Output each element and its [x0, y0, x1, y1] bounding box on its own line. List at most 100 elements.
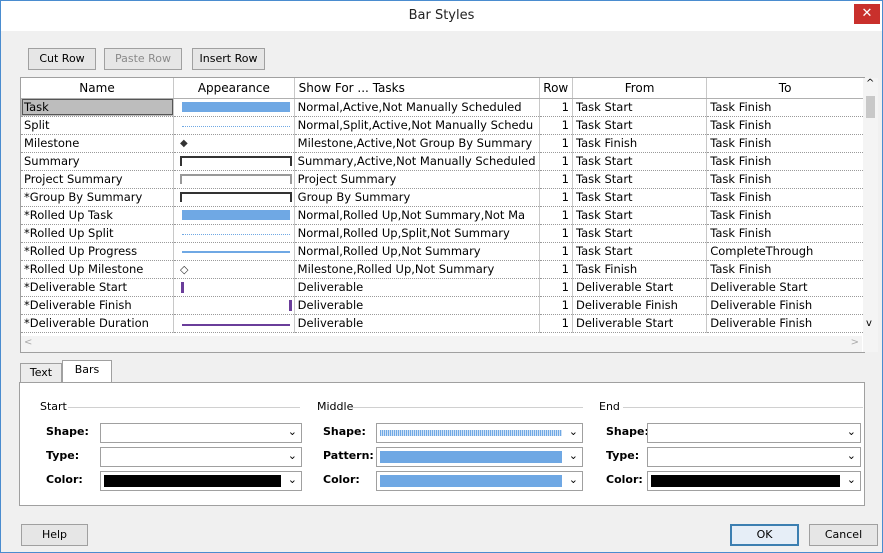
column-header-show-for[interactable]: Show For ... Tasks: [294, 78, 540, 99]
middle-color-select[interactable]: ⌄: [376, 471, 583, 491]
cut-row-button[interactable]: Cut Row: [28, 48, 96, 70]
column-header-name[interactable]: Name: [21, 78, 175, 99]
cell-name[interactable]: Summary: [21, 152, 175, 171]
cell-row[interactable]: 1: [539, 98, 574, 117]
table-row[interactable]: *Deliverable Start Deliverable 1 Deliverabl…: [21, 278, 864, 297]
table-row[interactable]: *Rolled Up Task Normal,Rolled Up,Not Summ…: [21, 206, 864, 225]
table-row[interactable]: Milestone ◆ Milestone,Active,Not Group By …: [21, 134, 864, 153]
cell-to[interactable]: Task Finish: [706, 116, 864, 135]
cell-row[interactable]: 1: [539, 188, 574, 207]
ok-button[interactable]: OK: [730, 524, 799, 546]
cell-from[interactable]: Task Start: [572, 224, 708, 243]
cell-name[interactable]: *Rolled Up Task: [21, 206, 175, 225]
scroll-up-icon[interactable]: ^: [866, 78, 874, 89]
cell-show-for[interactable]: Summary,Active,Not Manually Scheduled: [294, 152, 540, 171]
cell-show-for[interactable]: Normal,Rolled Up,Split,Not Summary: [294, 224, 540, 243]
end-color-select[interactable]: ⌄: [647, 471, 861, 491]
cell-to[interactable]: Task Finish: [706, 134, 864, 153]
cell-to[interactable]: Task Finish: [706, 98, 864, 117]
cell-appearance[interactable]: [173, 206, 295, 225]
cell-name[interactable]: *Deliverable Duration: [21, 314, 175, 333]
table-row[interactable]: Split Normal,Split,Active,Not Manually Sc…: [21, 116, 864, 135]
cell-from[interactable]: Task Start: [572, 152, 708, 171]
cell-appearance[interactable]: [173, 170, 295, 189]
close-button[interactable]: ✕: [854, 4, 880, 24]
cell-appearance[interactable]: [173, 152, 295, 171]
cell-from[interactable]: Deliverable Start: [572, 314, 708, 333]
cell-appearance[interactable]: ◇: [173, 260, 295, 279]
grid-vertical-scrollbar[interactable]: ^ v: [863, 78, 878, 352]
column-header-appearance[interactable]: Appearance: [173, 78, 295, 99]
end-shape-select[interactable]: ⌄: [647, 423, 861, 443]
cell-row[interactable]: 1: [539, 206, 574, 225]
cell-name[interactable]: *Deliverable Finish: [21, 296, 175, 315]
cell-from[interactable]: Task Start: [572, 206, 708, 225]
cell-show-for[interactable]: Deliverable: [294, 278, 540, 297]
cell-appearance[interactable]: [173, 296, 295, 315]
cell-row[interactable]: 1: [539, 314, 574, 333]
cell-to[interactable]: CompleteThrough: [706, 242, 864, 261]
table-row[interactable]: *Rolled Up Milestone ◇ Milestone,Rolled Up…: [21, 260, 864, 279]
cell-name[interactable]: *Rolled Up Progress: [21, 242, 175, 261]
cell-name[interactable]: Split: [21, 116, 175, 135]
cell-show-for[interactable]: Deliverable: [294, 314, 540, 333]
cell-appearance[interactable]: [173, 98, 295, 117]
cell-name[interactable]: *Rolled Up Milestone: [21, 260, 175, 279]
table-row[interactable]: Task Normal,Active,Not Manually Scheduled…: [21, 98, 864, 117]
cell-row[interactable]: 1: [539, 224, 574, 243]
start-shape-select[interactable]: ⌄: [100, 423, 302, 443]
cell-row[interactable]: 1: [539, 260, 574, 279]
cell-to[interactable]: Task Finish: [706, 152, 864, 171]
middle-pattern-select[interactable]: ⌄: [376, 447, 583, 467]
table-row[interactable]: *Deliverable Duration Deliverable 1 Deliver…: [21, 314, 864, 333]
cell-show-for[interactable]: Project Summary: [294, 170, 540, 189]
cell-from[interactable]: Deliverable Start: [572, 278, 708, 297]
cell-to[interactable]: Task Finish: [706, 188, 864, 207]
cell-name[interactable]: *Group By Summary: [21, 188, 175, 207]
table-row[interactable]: Summary Summary,Active,Not Manually Sched…: [21, 152, 864, 171]
tab-bars[interactable]: Bars: [62, 360, 112, 383]
start-color-select[interactable]: ⌄: [100, 471, 302, 491]
cell-appearance[interactable]: [173, 278, 295, 297]
end-type-select[interactable]: ⌄: [647, 447, 861, 467]
cell-appearance[interactable]: [173, 224, 295, 243]
cell-show-for[interactable]: Normal,Active,Not Manually Scheduled: [294, 98, 540, 117]
cell-show-for[interactable]: Normal,Rolled Up,Not Summary,Not Ma: [294, 206, 540, 225]
cell-to[interactable]: Task Finish: [706, 206, 864, 225]
grid-horizontal-scrollbar[interactable]: < >: [21, 336, 862, 352]
cell-appearance[interactable]: [173, 314, 295, 333]
paste-row-button[interactable]: Paste Row: [104, 48, 182, 70]
cell-from[interactable]: Task Start: [572, 98, 708, 117]
cell-appearance[interactable]: [173, 116, 295, 135]
table-row[interactable]: *Deliverable Finish Deliverable 1 Deliverab…: [21, 296, 864, 315]
scroll-right-icon[interactable]: >: [851, 337, 859, 348]
cell-to[interactable]: Deliverable Start: [706, 278, 864, 297]
cell-row[interactable]: 1: [539, 278, 574, 297]
cell-from[interactable]: Task Finish: [572, 134, 708, 153]
cell-show-for[interactable]: Normal,Split,Active,Not Manually Schedu: [294, 116, 540, 135]
cell-row[interactable]: 1: [539, 242, 574, 261]
cell-appearance[interactable]: [173, 188, 295, 207]
cell-show-for[interactable]: Group By Summary: [294, 188, 540, 207]
scroll-left-icon[interactable]: <: [24, 337, 32, 348]
cell-from[interactable]: Task Start: [572, 116, 708, 135]
table-row[interactable]: *Rolled Up Split Normal,Rolled Up,Split,N…: [21, 224, 864, 243]
cell-row[interactable]: 1: [539, 170, 574, 189]
cell-name[interactable]: *Deliverable Start: [21, 278, 175, 297]
cell-show-for[interactable]: Normal,Rolled Up,Not Summary: [294, 242, 540, 261]
column-header-row[interactable]: Row: [539, 78, 574, 99]
cell-from[interactable]: Task Start: [572, 242, 708, 261]
insert-row-button[interactable]: Insert Row: [192, 48, 265, 70]
cell-from[interactable]: Task Start: [572, 188, 708, 207]
cell-from[interactable]: Task Start: [572, 170, 708, 189]
cell-appearance[interactable]: ◆: [173, 134, 295, 153]
cell-from[interactable]: Task Finish: [572, 260, 708, 279]
bar-styles-grid[interactable]: Name Appearance Show For ... Tasks Row F…: [20, 77, 865, 353]
help-button[interactable]: Help: [21, 524, 88, 546]
cell-row[interactable]: 1: [539, 134, 574, 153]
cell-show-for[interactable]: Milestone,Active,Not Group By Summary: [294, 134, 540, 153]
cell-name[interactable]: Task: [21, 98, 175, 117]
cell-to[interactable]: Task Finish: [706, 170, 864, 189]
cell-show-for[interactable]: Deliverable: [294, 296, 540, 315]
column-header-to[interactable]: To: [706, 78, 864, 99]
